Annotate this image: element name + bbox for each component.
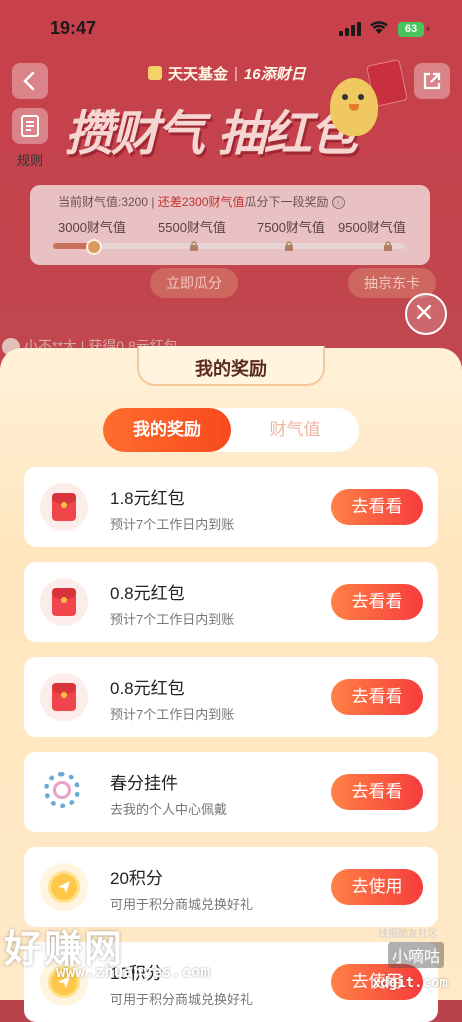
rules-label: 规则	[16, 153, 43, 168]
wifi-icon	[370, 21, 388, 34]
tab-my-rewards[interactable]: 我的奖励	[103, 408, 231, 452]
lock-icon	[285, 241, 293, 251]
document-icon	[12, 108, 48, 144]
brand-logo-icon	[148, 66, 162, 80]
points-coin-icon	[40, 863, 88, 911]
watermark-site-url: www.zhuanyes.com	[56, 962, 211, 981]
brand-header: 天天基金 | 16添财日	[148, 62, 306, 84]
reward-subtitle: 去我的个人中心佩戴	[110, 802, 228, 817]
reward-item: 0.8元红包 预计7个工作日内到账 去看看	[24, 657, 438, 737]
reward-item: 20积分 可用于积分商城兑换好礼 去使用	[24, 847, 438, 927]
milestone-node-reached	[86, 239, 102, 255]
lock-icon	[190, 241, 198, 251]
milestone-label: 7500财气值	[257, 220, 325, 235]
sheet-title: 我的奖励	[195, 359, 267, 379]
reward-title: 0.8元红包	[110, 679, 185, 698]
reward-subtitle: 预计7个工作日内到账	[110, 517, 235, 532]
reward-tabs: 我的奖励 财气值	[103, 408, 359, 452]
progress-track	[53, 243, 405, 249]
reward-title: 春分挂件	[110, 774, 178, 793]
reward-subtitle: 预计7个工作日内到账	[110, 707, 235, 722]
watermark-right-url: xdgit.com	[372, 975, 448, 991]
milestone-label: 9500财气值	[338, 220, 406, 235]
status-time: 19:47	[50, 18, 97, 38]
tab-fortune-value[interactable]: 财气值	[231, 408, 359, 452]
milestone-label: 3000财气值	[58, 220, 126, 235]
cellular-signal-icon	[339, 22, 361, 36]
reward-title: 20积分	[110, 869, 163, 888]
info-icon[interactable]: ⓘ	[331, 196, 345, 210]
gap-text: 还差2300财气值	[157, 195, 245, 209]
brand-separator: |	[234, 64, 238, 82]
share-icon	[423, 72, 441, 90]
milestone-label: 5500财气值	[158, 220, 226, 235]
red-envelope-icon	[40, 578, 88, 626]
chick-mascot-icon	[330, 78, 378, 136]
progress-summary: 当前财气值:3200 | 还差2300财气值瓜分下一段奖励 ⓘ	[58, 193, 345, 210]
brand-name: 天天基金	[168, 65, 229, 83]
brand-subtitle: 16添财日	[243, 65, 306, 83]
close-icon	[417, 305, 431, 319]
rules-button[interactable]: 规则	[12, 108, 48, 169]
reward-item: 0.8元红包 预计7个工作日内到账 去看看	[24, 562, 438, 642]
red-envelope-icon	[40, 673, 88, 721]
watermark-badge: 小嘀咕	[388, 942, 445, 968]
view-button[interactable]: 去看看	[331, 774, 423, 810]
view-button[interactable]: 去看看	[331, 584, 423, 620]
reward-subtitle: 预计7个工作日内到账	[110, 612, 235, 627]
red-envelope-icon	[40, 483, 88, 531]
wreath-pendant-icon	[40, 768, 88, 816]
reward-subtitle: 可用于积分商城兑换好礼	[110, 992, 254, 1007]
progress-card: 当前财气值:3200 | 还差2300财气值瓜分下一段奖励 ⓘ 3000财气值 5…	[30, 185, 430, 265]
chevron-left-icon	[23, 71, 35, 91]
next-reward-text: 瓜分下一段奖励	[244, 195, 329, 209]
reward-item: 春分挂件 去我的个人中心佩戴 去看看	[24, 752, 438, 832]
close-button[interactable]	[405, 293, 447, 335]
use-button[interactable]: 去使用	[331, 869, 423, 905]
share-button[interactable]	[414, 63, 450, 99]
reward-title: 1.8元红包	[110, 489, 185, 508]
reward-item: 1.8元红包 预计7个工作日内到账 去看看	[24, 467, 438, 547]
view-button[interactable]: 去看看	[331, 489, 423, 525]
charging-icon: ⚡	[425, 25, 432, 35]
battery-indicator: 63	[398, 22, 424, 37]
current-value-text: 当前财气值:3200 |	[58, 195, 158, 209]
reward-title: 0.8元红包	[110, 584, 185, 603]
hero-title: 攒财气 抽红包	[65, 106, 358, 162]
watermark-community: 线报酷友社区	[378, 929, 438, 940]
view-button[interactable]: 去看看	[331, 679, 423, 715]
divide-now-button[interactable]: 立即瓜分	[150, 268, 238, 298]
lock-icon	[384, 241, 392, 251]
back-button[interactable]	[12, 63, 48, 99]
status-bar: 19:47 63 ⚡	[0, 0, 462, 56]
reward-subtitle: 可用于积分商城兑换好礼	[110, 897, 254, 912]
